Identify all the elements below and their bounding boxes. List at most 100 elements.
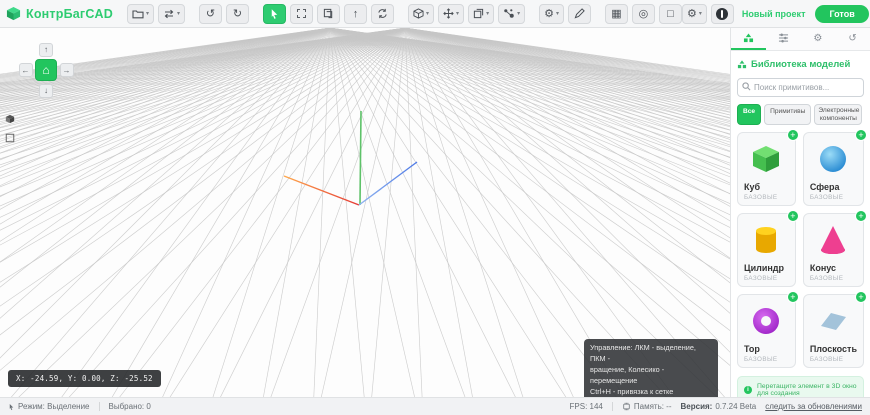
- search-icon: [742, 82, 751, 91]
- grid-toggle-button[interactable]: ▦: [605, 4, 628, 24]
- item-name: Конус: [810, 263, 857, 273]
- folder-icon: [132, 9, 144, 19]
- add-to-scene-badge[interactable]: +: [787, 291, 799, 303]
- move-arrows-icon: [443, 8, 454, 19]
- add-to-scene-badge[interactable]: +: [787, 129, 799, 141]
- sync-icon: [377, 8, 388, 19]
- item-name: Куб: [744, 182, 789, 192]
- theme-toggle-button[interactable]: [711, 4, 734, 24]
- library-panel: Библиотека моделей Все Примитивы Электро…: [731, 51, 870, 397]
- app-window: КонтрБагCAD ▾ ▾ ↺ ↻: [0, 0, 870, 415]
- caret-down-icon: ▾: [517, 11, 520, 17]
- add-to-scene-badge[interactable]: +: [855, 291, 867, 303]
- filter-primitives[interactable]: Примитивы: [764, 104, 811, 125]
- filter-all[interactable]: Все: [737, 104, 761, 125]
- paste-tool-button[interactable]: [317, 4, 340, 24]
- mirror-tool-button[interactable]: ↑: [344, 4, 367, 24]
- nodes-dropdown[interactable]: ▾: [498, 4, 525, 24]
- cursor-icon: [8, 403, 15, 411]
- tab-properties[interactable]: [766, 28, 801, 50]
- search-input[interactable]: [737, 78, 864, 97]
- draw-tool-button[interactable]: [568, 4, 591, 24]
- pan-down-button[interactable]: ↓: [39, 84, 53, 98]
- library-item-torus[interactable]: + Тор БАЗОВЫЕ: [737, 294, 796, 368]
- select-tool-button[interactable]: [263, 4, 286, 24]
- tooltip-line: вращение, Колесико - перемещение: [590, 365, 712, 387]
- sphere-thumbnail: [810, 137, 857, 181]
- view-mode-icons: [5, 114, 15, 143]
- item-name: Сфера: [810, 182, 857, 192]
- fps-counter: FPS: 144: [570, 402, 603, 411]
- library-item-plane[interactable]: + Плоскость БАЗОВЫЕ: [803, 294, 864, 368]
- cube-icon: [413, 8, 424, 19]
- pan-right-button[interactable]: →: [60, 63, 74, 77]
- item-category: БАЗОВЫЕ: [744, 275, 789, 282]
- status-divider: [99, 402, 100, 411]
- add-to-scene-badge[interactable]: +: [855, 129, 867, 141]
- library-item-sphere[interactable]: + Сфера БАЗОВЫЕ: [803, 132, 864, 206]
- item-category: БАЗОВЫЕ: [810, 194, 857, 201]
- redo-button[interactable]: ↻: [226, 4, 249, 24]
- caret-down-icon: ▾: [456, 11, 459, 17]
- sidebar-tabs: ⚙ ↺: [731, 28, 870, 51]
- info-icon: i: [744, 386, 752, 394]
- history-icon: ↺: [848, 33, 856, 44]
- add-to-scene-badge[interactable]: +: [855, 210, 867, 222]
- duplicate-dropdown[interactable]: ▾: [468, 4, 494, 24]
- sliders-icon: [778, 33, 789, 43]
- x-axis-line: [284, 176, 359, 205]
- tab-history[interactable]: ↺: [835, 28, 870, 50]
- library-item-cone[interactable]: + Конус БАЗОВЫЕ: [803, 213, 864, 287]
- pan-up-button[interactable]: ↑: [39, 43, 53, 57]
- undo-button[interactable]: ↺: [199, 4, 222, 24]
- caret-down-icon: ▾: [177, 11, 180, 17]
- cube-thumbnail: [744, 137, 789, 181]
- tab-settings[interactable]: ⚙: [801, 28, 836, 50]
- hint-text: Перетащите элемент в 3D окно для создани…: [757, 383, 857, 397]
- move-tool-dropdown[interactable]: ▾: [438, 4, 464, 24]
- library-title: Библиотека моделей: [751, 59, 850, 70]
- view-settings-dropdown[interactable]: ⚙ ▾: [682, 4, 707, 24]
- open-file-dropdown[interactable]: ▾: [127, 4, 154, 24]
- caret-down-icon: ▾: [699, 11, 702, 17]
- selected-count: Выбрано: 0: [109, 402, 151, 411]
- caret-down-icon: ▾: [146, 11, 149, 17]
- pan-left-button[interactable]: ←: [19, 63, 33, 77]
- view-navigation-pad: ↑ ← ⌂ → ↓: [18, 42, 74, 98]
- primitives-dropdown[interactable]: ▾: [408, 4, 434, 24]
- caret-down-icon: ▾: [556, 11, 559, 17]
- import-export-dropdown[interactable]: ▾: [158, 4, 185, 24]
- shapes-icon: [737, 60, 747, 69]
- gear-icon: ⚙: [813, 33, 822, 44]
- new-project-link[interactable]: Новый проект: [742, 9, 806, 19]
- right-sidebar: ⚙ ↺ Библиотека моделей: [730, 28, 870, 397]
- model-library-grid: + Куб БАЗОВЫЕ +: [737, 132, 864, 368]
- add-to-scene-badge[interactable]: +: [787, 210, 799, 222]
- settings-dropdown[interactable]: ⚙ ▾: [539, 4, 564, 24]
- library-item-cylinder[interactable]: + Цилиндр БАЗОВЫЕ: [737, 213, 796, 287]
- updates-link[interactable]: следить за обновлениями: [765, 402, 862, 411]
- cursor-icon: [269, 8, 280, 20]
- wireframe-view-icon[interactable]: [5, 133, 15, 143]
- copy-icon: [473, 8, 484, 19]
- rotate-tool-button[interactable]: [371, 4, 394, 24]
- pencil-icon: [574, 8, 585, 19]
- status-bar: Режим: Выделение Выбрано: 0 FPS: 144 Пам…: [0, 397, 870, 415]
- caret-down-icon: ▾: [426, 11, 429, 17]
- ready-button[interactable]: Готов: [815, 5, 868, 23]
- app-logo: КонтрБагCAD: [6, 6, 113, 21]
- marquee-select-button[interactable]: [290, 4, 313, 24]
- version-indicator: Версия: 0.7.24 Beta: [681, 402, 757, 411]
- tab-library[interactable]: [731, 28, 766, 50]
- filter-electronic-components[interactable]: Электронные компоненты: [814, 104, 862, 125]
- frame-view-button[interactable]: □: [659, 4, 682, 24]
- home-view-button[interactable]: ⌂: [35, 59, 57, 81]
- snap-toggle-button[interactable]: ◎: [632, 4, 655, 24]
- shaded-view-icon[interactable]: [5, 114, 15, 124]
- plane-thumbnail: [810, 299, 857, 343]
- viewport-3d[interactable]: ↑ ← ⌂ → ↓ X: -24.59, Y: 0.: [0, 28, 730, 397]
- search-box: [737, 77, 864, 97]
- logo-cube-icon: [6, 6, 21, 21]
- library-item-cube[interactable]: + Куб БАЗОВЫЕ: [737, 132, 796, 206]
- gear-icon: ⚙: [544, 7, 554, 20]
